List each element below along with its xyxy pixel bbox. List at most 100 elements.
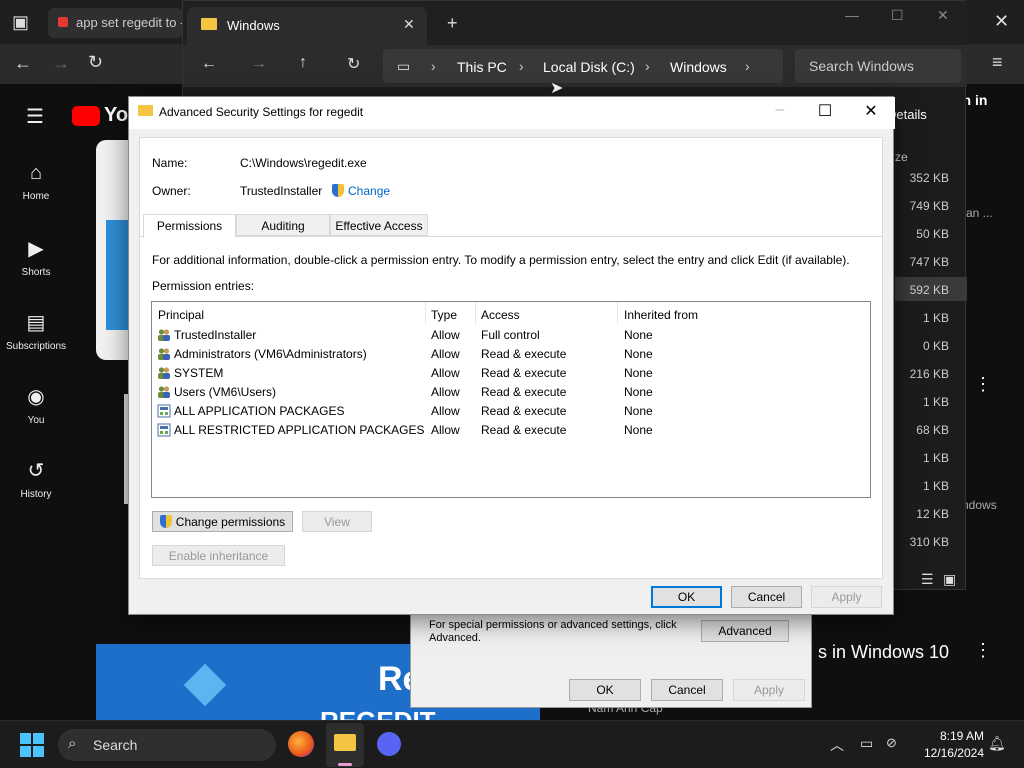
taskbar: ⌕ Search ︿ ▭ ⊘ 8:19 AM 12/16/2024 🔔︎ xyxy=(0,720,1024,768)
network-icon[interactable]: ▭ xyxy=(860,735,873,752)
nav-shorts[interactable]: ▶ Shorts xyxy=(0,236,72,278)
minimize-icon[interactable]: — xyxy=(845,7,859,23)
properties-ok-button[interactable]: OK xyxy=(569,679,641,701)
menu-icon[interactable]: ≡ xyxy=(992,52,1003,73)
table-row[interactable]: Users (VM6\Users) Allow Read & execute N… xyxy=(152,383,870,402)
forward-icon[interactable]: → xyxy=(251,55,267,73)
table-row[interactable]: Administrators (VM6\Administrators) Allo… xyxy=(152,345,870,364)
youtube-logo-icon xyxy=(72,106,100,126)
size-column-header[interactable]: ze xyxy=(895,150,908,164)
breadcrumb-windows[interactable]: Windows xyxy=(670,59,727,75)
search-input[interactable]: Search Windows xyxy=(795,49,961,83)
close-tab-icon[interactable]: ✕ xyxy=(403,16,415,33)
file-size: 1 KB xyxy=(922,395,949,409)
maximize-icon[interactable]: ☐ xyxy=(802,101,848,121)
video-title[interactable]: s in Windows 10 xyxy=(818,642,949,663)
file-size: 68 KB xyxy=(916,423,949,437)
browser-close-icon[interactable]: ✕ xyxy=(994,11,1009,32)
type-cell: Allow xyxy=(431,385,460,399)
refresh-icon[interactable]: ↻ xyxy=(347,54,360,74)
table-row[interactable]: ALL APPLICATION PACKAGES Allow Read & ex… xyxy=(152,402,870,421)
maximize-icon[interactable]: ☐ xyxy=(891,7,904,24)
cancel-button[interactable]: Cancel xyxy=(731,586,802,608)
properties-apply-button[interactable]: Apply xyxy=(733,679,805,701)
nav-history[interactable]: ↺ History xyxy=(0,458,72,500)
dialog-titlebar[interactable]: Advanced Security Settings for regedit –… xyxy=(129,97,895,129)
tab-actions-icon[interactable]: ▣ xyxy=(12,12,29,33)
change-owner-link[interactable]: Change xyxy=(332,184,390,198)
refresh-icon[interactable]: ↻ xyxy=(88,52,103,73)
dialog-title: Advanced Security Settings for regedit xyxy=(159,105,364,119)
more-options-icon[interactable]: ⋮ xyxy=(974,640,992,661)
taskbar-search[interactable]: ⌕ Search xyxy=(58,729,276,761)
up-icon[interactable]: ↑ xyxy=(299,54,307,72)
principal-cell: ALL APPLICATION PACKAGES xyxy=(174,404,345,418)
uac-shield-icon xyxy=(159,515,172,528)
nav-you[interactable]: ◉ You xyxy=(0,384,72,426)
permission-entries-list[interactable]: Principal Type Access Inherited from Tru… xyxy=(151,301,871,498)
firefox-icon[interactable] xyxy=(288,731,314,757)
advanced-button[interactable]: Advanced xyxy=(701,620,789,642)
minimize-icon[interactable]: – xyxy=(757,101,803,119)
chevron-up-icon[interactable]: ︿ xyxy=(830,735,844,755)
tab-auditing[interactable]: Auditing xyxy=(236,214,330,236)
access-cell: Full control xyxy=(481,328,540,342)
clock-time[interactable]: 8:19 AM xyxy=(920,729,984,743)
change-permissions-button[interactable]: Change permissions xyxy=(152,511,293,532)
explorer-tab-title: Windows xyxy=(227,18,280,33)
back-icon[interactable]: ← xyxy=(14,53,32,74)
hamburger-menu-icon[interactable]: ☰ xyxy=(26,104,44,129)
type-cell: Allow xyxy=(431,328,460,342)
clock-date[interactable]: 12/16/2024 xyxy=(916,746,984,760)
name-value: C:\Windows\regedit.exe xyxy=(240,156,367,170)
enable-inheritance-button[interactable]: Enable inheritance xyxy=(152,545,285,566)
column-header-access[interactable]: Access xyxy=(481,308,520,322)
column-header-inherited-from[interactable]: Inherited from xyxy=(624,308,698,322)
file-explorer-taskbar-button[interactable] xyxy=(326,723,364,767)
file-size: 50 KB xyxy=(916,227,949,241)
change-permissions-label: Change permissions xyxy=(175,515,286,529)
address-bar[interactable]: ▭ › This PC › Local Disk (C:) › Windows … xyxy=(383,49,783,83)
tab-effective-access[interactable]: Effective Access xyxy=(330,214,428,236)
file-size: 1 KB xyxy=(922,451,949,465)
column-header-principal[interactable]: Principal xyxy=(158,308,204,322)
table-row[interactable]: SYSTEM Allow Read & execute None xyxy=(152,364,870,383)
tab-permissions[interactable]: Permissions xyxy=(143,214,236,238)
breadcrumb-this-pc[interactable]: This PC xyxy=(457,59,507,75)
windows-start-icon[interactable] xyxy=(20,733,44,757)
close-icon[interactable]: ✕ xyxy=(937,7,949,24)
close-icon[interactable]: ✕ xyxy=(848,101,894,121)
ok-button[interactable]: OK xyxy=(651,586,722,608)
apply-button[interactable]: Apply xyxy=(811,586,882,608)
properties-cancel-button[interactable]: Cancel xyxy=(651,679,723,701)
browser-tab-youtube[interactable]: app set regedit to - xyxy=(48,8,183,38)
volume-muted-icon[interactable]: ⊘ xyxy=(886,735,897,751)
breadcrumb-local-disk[interactable]: Local Disk (C:) xyxy=(543,59,635,75)
table-row[interactable]: TrustedInstaller Allow Full control None xyxy=(152,326,870,345)
explorer-titlebar: Windows ✕ + — ☐ ✕ xyxy=(183,1,967,45)
inherited-cell: None xyxy=(624,423,653,437)
search-icon: ⌕ xyxy=(68,735,77,752)
view-button[interactable]: View xyxy=(302,511,372,532)
discord-icon[interactable] xyxy=(377,732,401,756)
owner-label: Owner: xyxy=(152,184,191,198)
notification-bell-icon[interactable]: 🔔︎ xyxy=(988,735,1006,752)
nav-subscriptions-label: Subscriptions xyxy=(5,341,67,352)
forward-icon[interactable]: → xyxy=(52,53,70,74)
inherited-cell: None xyxy=(624,385,653,399)
access-cell: Read & execute xyxy=(481,347,567,361)
back-icon[interactable]: ← xyxy=(201,55,217,73)
table-row[interactable]: ALL RESTRICTED APPLICATION PACKAGES Allo… xyxy=(152,421,870,440)
details-view-icon[interactable]: ☰ xyxy=(921,571,934,588)
type-cell: Allow xyxy=(431,423,460,437)
tiles-view-icon[interactable]: ▣ xyxy=(943,571,956,588)
explorer-tab[interactable]: Windows ✕ xyxy=(187,7,427,45)
nav-subscriptions[interactable]: ▤ Subscriptions xyxy=(0,310,72,352)
thumbnail-subtitle: REGEDIT xyxy=(320,706,436,720)
more-options-icon[interactable]: ⋮ xyxy=(974,374,992,395)
new-tab-icon[interactable]: + xyxy=(447,13,458,34)
chevron-right-icon: › xyxy=(745,58,750,74)
folder-icon xyxy=(334,734,356,751)
nav-home[interactable]: ⌂ Home xyxy=(0,162,72,202)
column-header-type[interactable]: Type xyxy=(431,308,457,322)
